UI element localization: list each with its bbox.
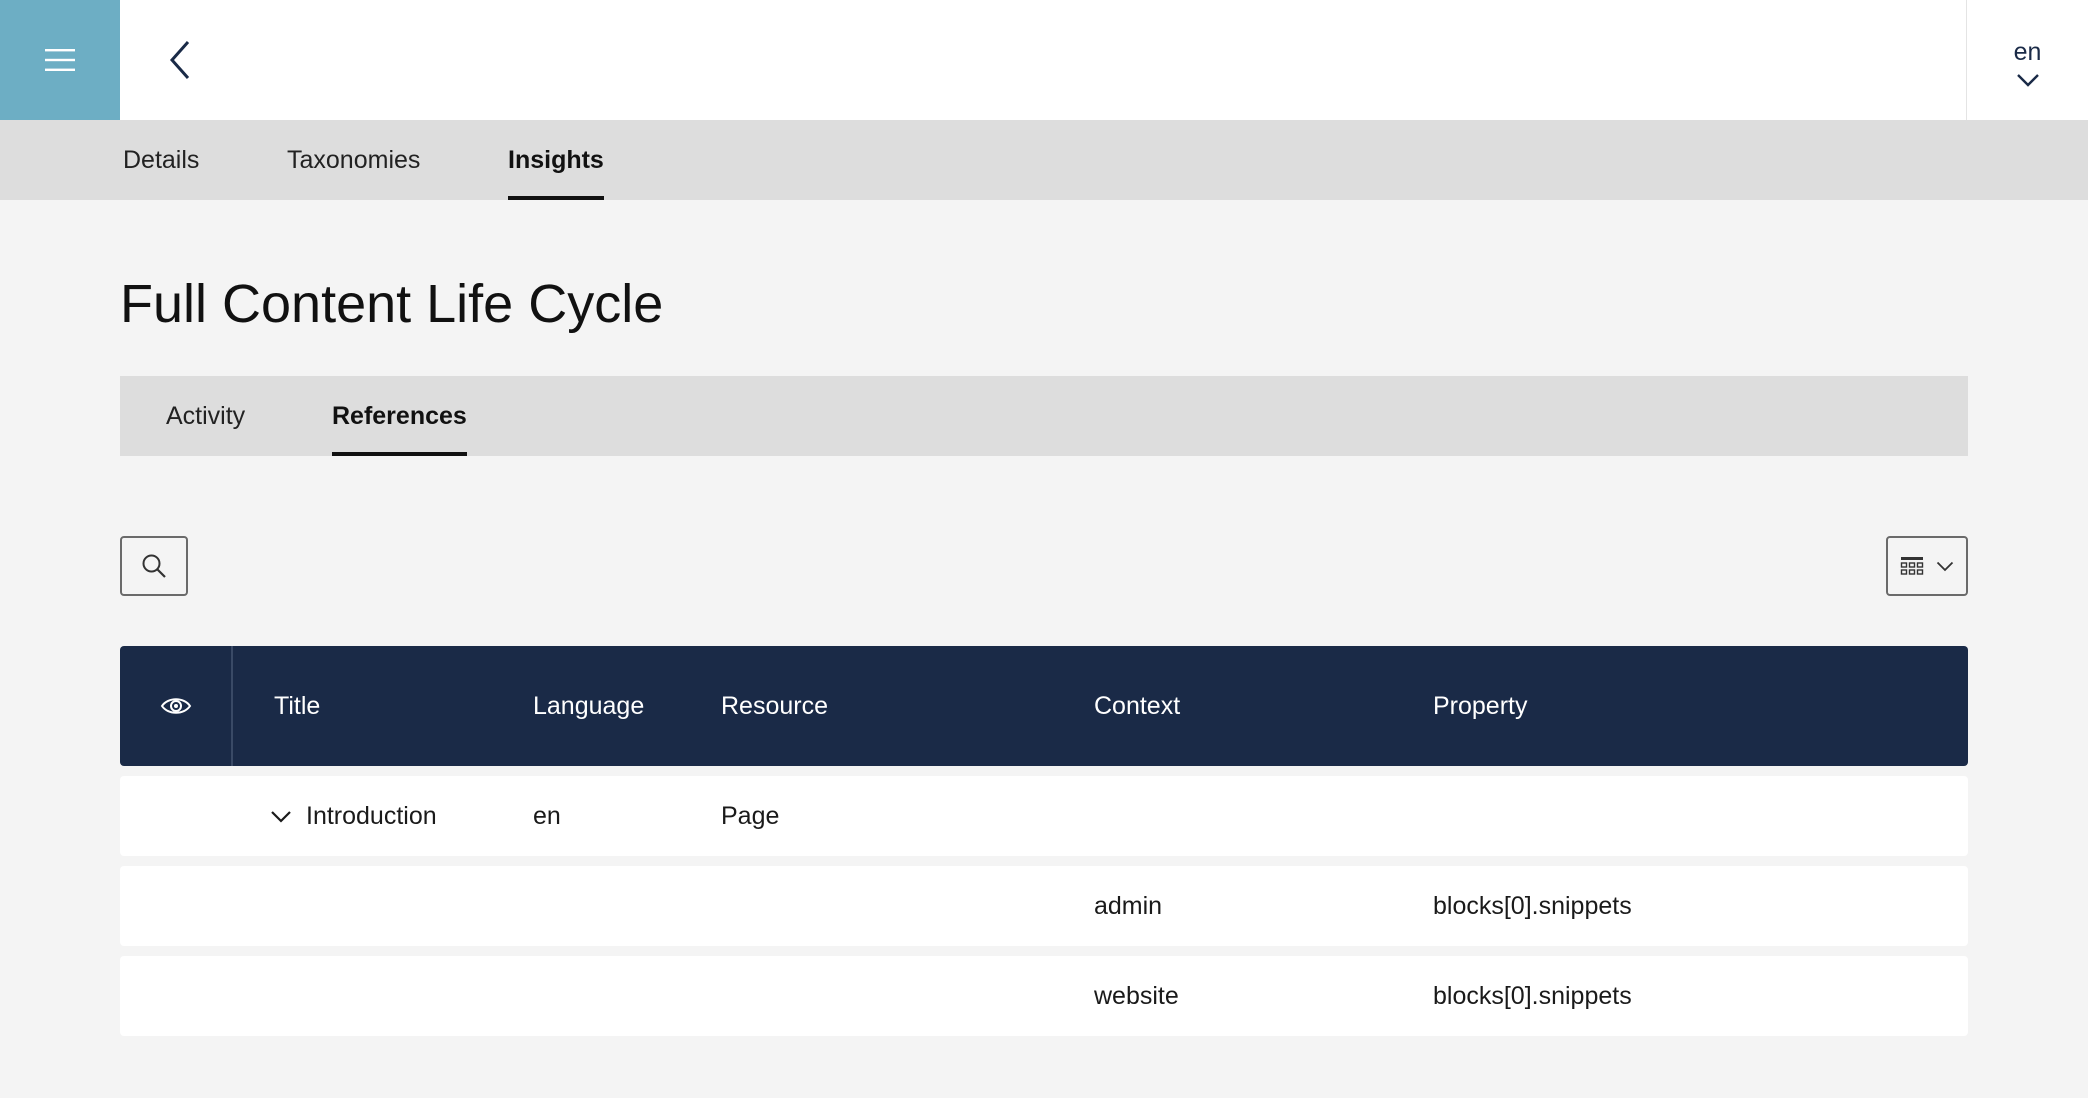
column-settings-button[interactable]: [1886, 536, 1968, 596]
page-title: Full Content Life Cycle: [120, 274, 664, 334]
column-header-title[interactable]: Title: [274, 646, 320, 766]
hamburger-icon: [45, 49, 75, 71]
main-tab-bar: Details Taxonomies Insights: [0, 120, 2088, 200]
tab-taxonomies[interactable]: Taxonomies: [287, 120, 420, 200]
row-context: website: [1094, 981, 1179, 1010]
row-title: Introduction: [306, 801, 437, 830]
table-row[interactable]: Introduction en Page: [120, 776, 1968, 856]
row-property: blocks[0].snippets: [1433, 981, 1632, 1010]
table-header: Title Language Resource Context Property: [120, 646, 1968, 766]
chevron-down-icon: [1936, 561, 1954, 571]
column-header-property[interactable]: Property: [1433, 646, 1527, 766]
chevron-down-icon: [271, 810, 291, 823]
menu-button[interactable]: [0, 0, 120, 120]
tab-activity[interactable]: Activity: [166, 376, 245, 456]
row-expand-toggle[interactable]: Introduction: [270, 776, 437, 856]
table-row[interactable]: admin blocks[0].snippets: [120, 866, 1968, 946]
top-bar: en: [0, 0, 2088, 120]
sub-tab-bar: Activity References: [120, 376, 1968, 456]
column-visibility-toggle[interactable]: [120, 646, 233, 766]
tab-references[interactable]: References: [332, 376, 467, 456]
language-label: en: [2013, 37, 2042, 66]
tab-details[interactable]: Details: [123, 120, 199, 200]
search-button[interactable]: [120, 536, 188, 596]
search-icon: [142, 554, 166, 578]
row-context: admin: [1094, 891, 1163, 920]
columns-grid-icon: [1900, 557, 1924, 575]
language-switcher[interactable]: en: [1966, 0, 2088, 120]
eye-icon: [160, 698, 191, 714]
column-header-resource[interactable]: Resource: [721, 646, 828, 766]
row-property: blocks[0].snippets: [1433, 891, 1632, 920]
column-header-language[interactable]: Language: [533, 646, 644, 766]
chevron-down-icon: [2016, 73, 2039, 87]
tab-insights[interactable]: Insights: [508, 120, 604, 200]
back-button[interactable]: [156, 30, 204, 90]
row-resource: Page: [721, 801, 780, 830]
chevron-left-icon: [169, 41, 190, 79]
row-language: en: [533, 801, 561, 830]
table-row[interactable]: website blocks[0].snippets: [120, 956, 1968, 1036]
column-header-context[interactable]: Context: [1094, 646, 1180, 766]
